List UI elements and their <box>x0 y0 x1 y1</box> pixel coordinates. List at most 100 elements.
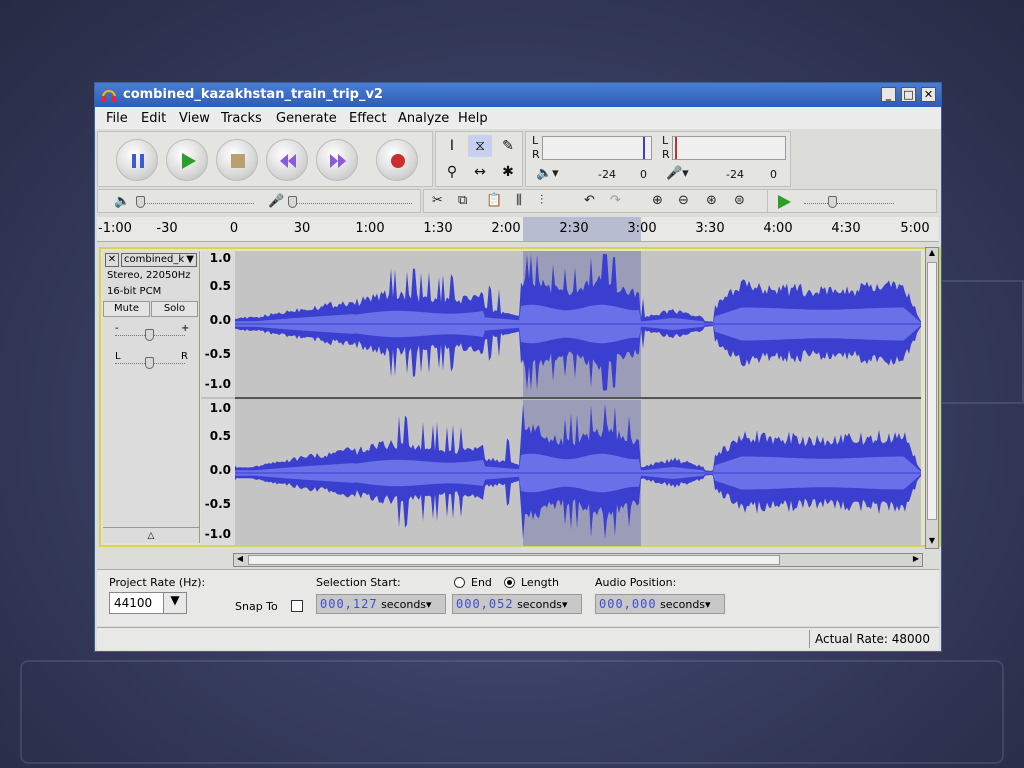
ruler-tick: 30 <box>293 221 311 236</box>
track-close-button[interactable]: ✕ <box>105 253 119 267</box>
trim-icon[interactable]: ⫼ <box>516 193 522 208</box>
scale-label: -0.5 <box>204 347 231 361</box>
record-meter-bar <box>672 136 786 160</box>
play-icon <box>182 153 196 169</box>
close-button[interactable]: ✕ <box>921 87 936 102</box>
chevron-down-icon: ▾ <box>562 598 568 611</box>
menu-tracks[interactable]: Tracks <box>221 111 262 126</box>
skip-to-end-button[interactable] <box>316 139 358 181</box>
scroll-right-button[interactable]: ▶ <box>910 554 922 566</box>
scroll-thumb[interactable] <box>927 262 937 520</box>
menu-view[interactable]: View <box>179 111 210 126</box>
fit-project-icon[interactable]: ⊜ <box>734 193 745 208</box>
collapse-track-button[interactable]: △ <box>103 527 199 544</box>
project-rate-label: Project Rate (Hz): <box>109 576 206 589</box>
length-radio[interactable] <box>504 577 515 588</box>
ruler-tick: 4:00 <box>763 221 793 236</box>
menu-file[interactable]: File <box>106 111 128 126</box>
end-radio[interactable] <box>454 577 465 588</box>
selection-start-field[interactable]: 000,127 seconds▾ <box>316 594 446 614</box>
menu-edit[interactable]: Edit <box>141 111 166 126</box>
cut-icon[interactable]: ✂ <box>432 193 443 208</box>
ruler-tick: 1:30 <box>423 221 453 236</box>
menu-analyze[interactable]: Analyze <box>398 111 449 126</box>
scroll-thumb[interactable] <box>248 555 780 565</box>
play-at-speed-icon[interactable] <box>776 194 792 210</box>
scale-label: 0.5 <box>209 279 231 293</box>
fit-selection-icon[interactable]: ⊛ <box>706 193 717 208</box>
timeline-ruler[interactable]: -1:00 -30 0 30 1:00 1:30 2:00 2:30 3:00 … <box>97 217 939 242</box>
chevron-down-icon[interactable]: ▼ <box>163 593 186 613</box>
speed-track[interactable] <box>804 203 894 205</box>
silence-icon[interactable]: ⫶ <box>540 193 543 208</box>
menu-help[interactable]: Help <box>458 111 488 126</box>
draw-tool-icon[interactable]: ✎ <box>496 135 520 157</box>
ruler-tick: 2:00 <box>491 221 521 236</box>
multi-tool-icon[interactable]: ✱ <box>496 161 520 183</box>
zoom-tool-icon[interactable]: ⚲ <box>440 161 464 183</box>
chevron-down-icon: ▾ <box>426 598 432 611</box>
scale-label: 0.5 <box>209 429 231 443</box>
speaker-icon[interactable]: 🔈▾ <box>536 166 559 181</box>
copy-icon[interactable]: ⧉ <box>458 193 467 208</box>
minimize-button[interactable]: _ <box>881 87 896 102</box>
wallpaper-frame <box>20 660 1004 764</box>
microphone-icon[interactable]: 🎤▾ <box>666 166 689 181</box>
edit-toolbar: ✂ ⧉ 📋 ⫼ ⫶ ↶ ↷ ⊕ ⊖ ⊛ ⊜ <box>423 189 785 213</box>
output-volume-icon: 🔈 <box>114 194 131 209</box>
audio-position-value: 000,000 <box>599 597 657 611</box>
redo-icon[interactable]: ↷ <box>610 193 621 208</box>
selection-tool-icon[interactable]: I <box>440 135 464 157</box>
rec-meter-right-label: R <box>662 148 670 161</box>
envelope-tool-icon[interactable]: ⧖ <box>468 135 492 157</box>
timeshift-tool-icon[interactable]: ↔ <box>468 161 492 183</box>
vertical-scrollbar[interactable]: ▲ ▼ <box>925 247 939 549</box>
selection-start-label: Selection Start: <box>316 576 401 589</box>
zoom-in-icon[interactable]: ⊕ <box>652 193 663 208</box>
play-button[interactable] <box>166 139 208 181</box>
waveform-left-channel[interactable] <box>235 251 921 397</box>
speed-slider[interactable] <box>828 196 837 208</box>
scroll-up-button[interactable]: ▲ <box>926 248 938 260</box>
maximize-button[interactable]: □ <box>901 87 916 102</box>
scroll-left-button[interactable]: ◀ <box>234 554 246 566</box>
length-field[interactable]: 000,052 seconds▾ <box>452 594 582 614</box>
undo-icon[interactable]: ↶ <box>584 193 595 208</box>
menu-generate[interactable]: Generate <box>276 111 337 126</box>
scroll-down-button[interactable]: ▼ <box>926 536 938 548</box>
stop-button[interactable] <box>216 139 258 181</box>
track-panel: ✕ combined_k ▼ Stereo, 22050Hz 16-bit PC… <box>99 247 941 547</box>
input-volume-track[interactable] <box>288 203 412 205</box>
track-name-menu[interactable]: combined_k ▼ <box>121 253 197 267</box>
window-title: combined_kazakhstan_train_trip_v2 <box>123 87 383 102</box>
mixer-toolbar: 🔈 🎤 <box>97 189 421 213</box>
gain-slider[interactable] <box>145 329 154 341</box>
zoom-out-icon[interactable]: ⊖ <box>678 193 689 208</box>
menu-bar: File Edit View Tracks Generate Effect An… <box>95 107 941 129</box>
skip-start-icon <box>280 154 296 168</box>
menu-effect[interactable]: Effect <box>349 111 386 126</box>
record-button[interactable] <box>376 139 418 181</box>
waveform-area[interactable]: 1.0 0.5 0.0 -0.5 -1.0 1.0 0.5 0.0 -0.5 -… <box>201 251 921 546</box>
gain-plus-label: + <box>181 323 190 334</box>
skip-to-start-button[interactable] <box>266 139 308 181</box>
pan-slider[interactable] <box>145 357 154 369</box>
project-rate-combo[interactable]: 44100 ▼ <box>109 592 187 614</box>
audio-position-field[interactable]: 000,000 seconds▾ <box>595 594 725 614</box>
paste-icon[interactable]: 📋 <box>486 193 502 208</box>
pause-button[interactable] <box>116 139 158 181</box>
ruler-tick: 1:00 <box>355 221 385 236</box>
output-volume-track[interactable] <box>136 203 254 205</box>
horizontal-scrollbar[interactable]: ◀ ▶ <box>233 553 923 567</box>
input-volume-slider[interactable] <box>288 196 297 208</box>
mute-button[interactable]: Mute <box>103 301 150 317</box>
wallpaper-panel <box>940 280 1024 404</box>
waveform-right-channel[interactable] <box>235 400 921 546</box>
rec-meter-zero-label: 0 <box>770 168 777 181</box>
title-bar[interactable]: combined_kazakhstan_train_trip_v2 _ □ ✕ <box>95 83 941 107</box>
snap-to-checkbox[interactable] <box>291 600 303 612</box>
solo-button[interactable]: Solo <box>151 301 198 317</box>
track-bit-depth: 16-bit PCM <box>107 286 162 297</box>
output-volume-slider[interactable] <box>136 196 145 208</box>
audio-position-label: Audio Position: <box>595 576 677 589</box>
